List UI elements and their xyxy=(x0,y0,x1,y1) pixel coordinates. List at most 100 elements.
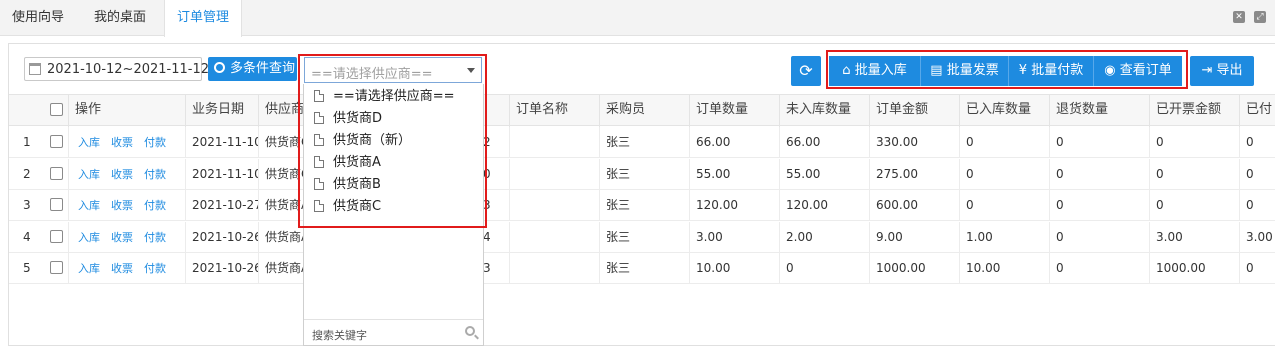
cell-qty: 10.00 xyxy=(689,253,779,284)
dropdown-search[interactable]: 搜索关键字 xyxy=(304,319,483,345)
date-range-input[interactable]: 2021-10-12~2021-11-12 xyxy=(24,57,209,81)
cell-paid: 0 xyxy=(1239,127,1275,158)
cell-not-in: 0 xyxy=(779,253,869,284)
close-tab-icon[interactable]: ✕ xyxy=(1233,11,1245,23)
row-actions: 入库 收票 付款 xyxy=(68,221,185,253)
export-button[interactable]: ⇥ 导出 xyxy=(1190,56,1254,86)
row-checkbox[interactable] xyxy=(50,198,63,211)
cell-buyer: 张三 xyxy=(599,221,689,253)
row-checkbox[interactable] xyxy=(50,261,63,274)
row-actions: 入库 收票 付款 xyxy=(68,158,185,190)
cell-in-qty: 0 xyxy=(959,190,1049,221)
fullscreen-icon[interactable]: ⤢ xyxy=(1254,11,1266,23)
cell-supplier: 供货商C xyxy=(258,127,303,158)
multi-query-button[interactable]: 多条件查询 xyxy=(208,57,297,81)
cell-paid: 0 xyxy=(1239,253,1275,284)
col-order-name: 订单名称 xyxy=(509,95,599,127)
cell-invoiced: 1000.00 xyxy=(1149,253,1239,284)
row-index: 5 xyxy=(23,261,31,275)
cell-ret: 0 xyxy=(1049,190,1149,221)
cell-qty: 55.00 xyxy=(689,158,779,190)
col-paid: 已付 xyxy=(1239,95,1275,127)
table-row[interactable]: 2入库收票付款2021-11-10供货商C张三55.0055.00275.000… xyxy=(9,158,1275,190)
cell-invoiced: 0 xyxy=(1149,190,1239,221)
cell-ret: 0 xyxy=(1049,221,1149,253)
tab-bar: 使用向导 我的桌面 订单管理 ✕ ⤢ xyxy=(0,0,1275,37)
col-invoiced-amount: 已开票金额 xyxy=(1149,95,1239,127)
cell-name xyxy=(509,253,599,284)
action-pay-link[interactable]: 付款 xyxy=(144,199,166,212)
export-icon: ⇥ xyxy=(1201,63,1217,78)
tab-order-management[interactable]: 订单管理 xyxy=(164,0,243,37)
highlight-box-supplier xyxy=(298,54,487,228)
table-row[interactable]: 5入库收票付款2021-10-26供货商A张三10.0001000.0010.0… xyxy=(9,253,1275,284)
cell-ret: 0 xyxy=(1049,127,1149,158)
col-not-in-qty: 未入库数量 xyxy=(779,95,869,127)
dropdown-search-placeholder: 搜索关键字 xyxy=(312,329,367,342)
cell-order-code: 3 xyxy=(483,261,491,275)
tab-guide[interactable]: 使用向导 xyxy=(0,0,76,36)
action-receive-invoice-link[interactable]: 收票 xyxy=(111,262,133,275)
cell-invoiced: 0 xyxy=(1149,158,1239,190)
multi-query-label: 多条件查询 xyxy=(230,61,296,76)
col-order-qty: 订单数量 xyxy=(689,95,779,127)
col-return-qty: 退货数量 xyxy=(1049,95,1149,127)
action-in-link[interactable]: 入库 xyxy=(78,231,100,244)
cell-paid: 0 xyxy=(1239,190,1275,221)
cell-supplier: 供货商C xyxy=(258,158,303,190)
cell-date: 2021-11-10 xyxy=(185,158,258,190)
cell-ret: 0 xyxy=(1049,158,1149,190)
cell-date: 2021-10-26 xyxy=(185,253,258,284)
cell-not-in: 66.00 xyxy=(779,127,869,158)
order-panel: 2021-10-12~2021-11-12 多条件查询 ==请选择供应商== ⟳… xyxy=(8,43,1275,346)
action-pay-link[interactable]: 付款 xyxy=(144,231,166,244)
cell-paid: 3.00 xyxy=(1239,221,1275,253)
row-checkbox[interactable] xyxy=(50,229,63,243)
table-row[interactable]: 3入库收票付款2021-10-27供货商A张三120.00120.00600.0… xyxy=(9,190,1275,221)
cell-amount: 9.00 xyxy=(869,221,959,253)
highlight-box-batch xyxy=(826,50,1188,89)
action-pay-link[interactable]: 付款 xyxy=(144,262,166,275)
action-in-link[interactable]: 入库 xyxy=(78,168,100,181)
row-index: 4 xyxy=(23,229,31,244)
tab-my-desktop[interactable]: 我的桌面 xyxy=(82,0,158,36)
table-row[interactable]: 1入库收票付款2021-11-10供货商C张三66.0066.00330.000… xyxy=(9,127,1275,158)
cell-in-qty: 0 xyxy=(959,158,1049,190)
cell-amount: 275.00 xyxy=(869,158,959,190)
row-checkbox[interactable] xyxy=(50,135,63,148)
cell-date: 2021-11-10 xyxy=(185,127,258,158)
table-row[interactable]: 4入库收票付款2021-10-26供货商A张三3.002.009.001.000… xyxy=(9,221,1275,253)
action-receive-invoice-link[interactable]: 收票 xyxy=(111,136,133,149)
select-all-checkbox[interactable] xyxy=(50,103,63,116)
cell-paid: 0 xyxy=(1239,158,1275,190)
cell-buyer: 张三 xyxy=(599,253,689,284)
search-icon xyxy=(214,62,225,73)
action-in-link[interactable]: 入库 xyxy=(78,262,100,275)
refresh-button[interactable]: ⟳ xyxy=(791,56,821,86)
cell-buyer: 张三 xyxy=(599,190,689,221)
cell-qty: 66.00 xyxy=(689,127,779,158)
action-receive-invoice-link[interactable]: 收票 xyxy=(111,168,133,181)
action-receive-invoice-link[interactable]: 收票 xyxy=(111,199,133,212)
action-in-link[interactable]: 入库 xyxy=(78,199,100,212)
cell-not-in: 55.00 xyxy=(779,158,869,190)
cell-supplier: 供货商A xyxy=(258,190,303,221)
col-buyer: 采购员 xyxy=(599,95,689,127)
cell-ret: 0 xyxy=(1049,253,1149,284)
cell-invoiced: 0 xyxy=(1149,127,1239,158)
action-receive-invoice-link[interactable]: 收票 xyxy=(111,231,133,244)
export-label: 导出 xyxy=(1216,63,1243,78)
cell-not-in: 2.00 xyxy=(779,221,869,253)
action-pay-link[interactable]: 付款 xyxy=(144,168,166,181)
cell-qty: 3.00 xyxy=(689,221,779,253)
action-pay-link[interactable]: 付款 xyxy=(144,136,166,149)
cell-in-qty: 10.00 xyxy=(959,253,1049,284)
cell-in-qty: 1.00 xyxy=(959,221,1049,253)
calendar-icon xyxy=(29,63,41,75)
row-checkbox[interactable] xyxy=(50,166,63,180)
cell-name xyxy=(509,127,599,158)
cell-name xyxy=(509,158,599,190)
col-date: 业务日期 xyxy=(185,95,258,127)
row-index: 3 xyxy=(23,198,31,212)
action-in-link[interactable]: 入库 xyxy=(78,136,100,149)
